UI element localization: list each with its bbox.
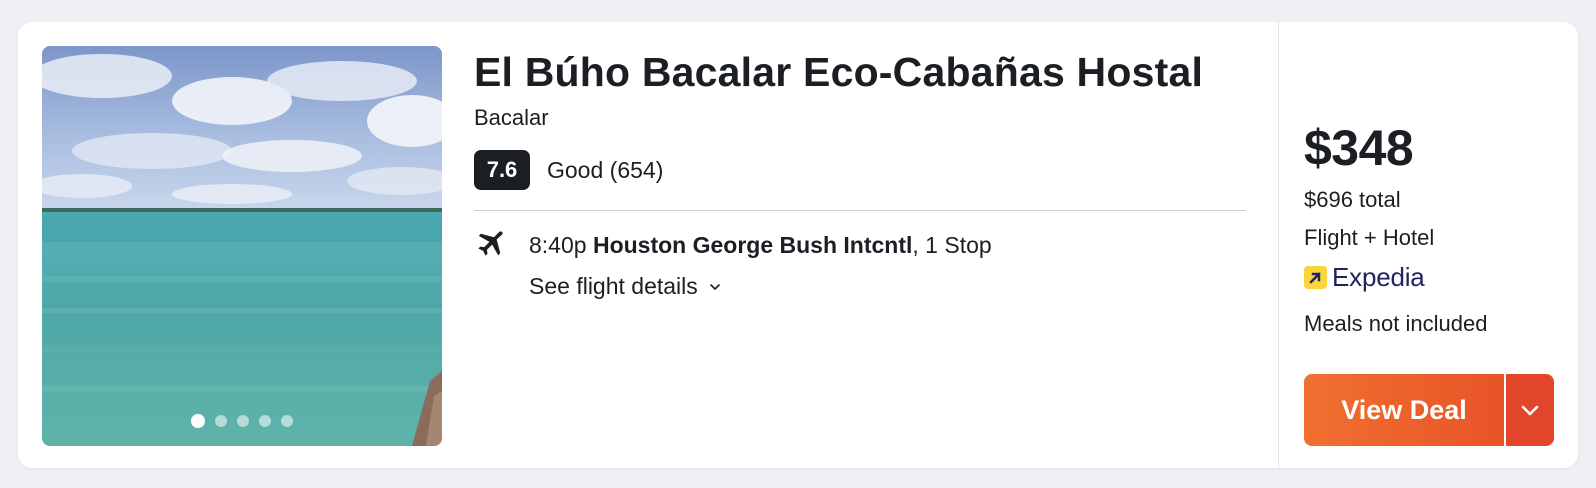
carousel-dot[interactable] [281, 415, 293, 427]
see-flight-details-link[interactable]: See flight details [529, 273, 1254, 300]
carousel-dot[interactable] [215, 415, 227, 427]
result-card[interactable]: El Búho Bacalar Eco-Cabañas Hostal Bacal… [18, 22, 1578, 468]
rating-row: 7.6 Good (654) [474, 150, 1254, 190]
chevron-down-icon [709, 283, 720, 290]
hotel-location: Bacalar [474, 105, 549, 130]
flight-row: 8:40p Houston George Bush Intcntl, 1 Sto… [474, 227, 1254, 263]
photo-carousel-dots [42, 414, 442, 428]
flight-stops: , 1 Stop [912, 231, 992, 258]
package-type: Flight + Hotel [1304, 225, 1435, 250]
hotel-info: El Búho Bacalar Eco-Cabañas Hostal Bacal… [474, 46, 1254, 300]
view-deal-button[interactable]: View Deal [1304, 374, 1504, 446]
column-divider [1278, 22, 1279, 468]
price-total: $696 total [1304, 187, 1401, 212]
lagoon-image [42, 46, 442, 446]
flight-details-label: See flight details [529, 273, 698, 299]
flight-time: 8:40p [529, 231, 587, 258]
chevron-down-icon [1521, 405, 1539, 416]
provider-name: Expedia [1332, 261, 1425, 292]
flight-summary: 8:40p Houston George Bush Intcntl, 1 Sto… [529, 232, 992, 259]
price-column: $348 $696 total Flight + Hotel Expedia M… [1304, 118, 1554, 338]
hotel-photo[interactable] [42, 46, 442, 446]
divider [474, 210, 1246, 211]
carousel-dot[interactable] [237, 415, 249, 427]
rating-score-badge: 7.6 [474, 150, 530, 190]
flight-airport: Houston George Bush Intcntl [592, 231, 913, 258]
rating-text: Good (654) [547, 156, 664, 183]
expedia-logo-icon [1304, 265, 1327, 289]
carousel-dot[interactable] [191, 414, 205, 428]
provider: Expedia [1304, 262, 1554, 292]
carousel-dot[interactable] [259, 415, 271, 427]
meals-info: Meals not included [1304, 311, 1488, 336]
airplane-icon [478, 231, 503, 256]
price-per-person: $348 [1304, 120, 1414, 176]
deal-button-group: View Deal [1304, 374, 1554, 446]
more-deals-dropdown-button[interactable] [1506, 374, 1554, 446]
hotel-name[interactable]: El Búho Bacalar Eco-Cabañas Hostal [474, 46, 1254, 98]
